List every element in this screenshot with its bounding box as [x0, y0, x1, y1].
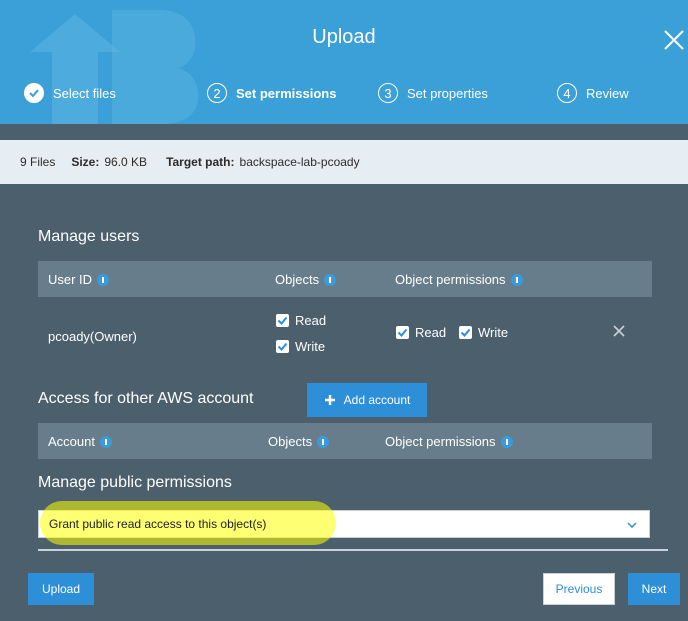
- info-icon[interactable]: [317, 435, 330, 448]
- select-value: Grant public read access to this object(…: [49, 517, 267, 531]
- users-table-header: User ID Objects Object permissions: [38, 261, 652, 297]
- accounts-table-header: Account Objects Object permissions: [38, 423, 652, 459]
- step-select-files[interactable]: Select files: [24, 80, 116, 106]
- objects-write-checkbox[interactable]: Write: [276, 339, 325, 354]
- modal-header: Upload Select files 2 Set permissions 3 …: [0, 0, 688, 124]
- upload-summary-bar: 9 Files Size: 96.0 KB Target path: backs…: [0, 140, 688, 184]
- target-path-value: backspace-lab-pcoady: [239, 155, 360, 169]
- step-number: 3: [378, 83, 398, 103]
- next-button[interactable]: Next: [628, 573, 680, 605]
- permissions-write-checkbox[interactable]: Write: [459, 325, 508, 340]
- info-icon[interactable]: [500, 435, 513, 448]
- checkbox-checked-icon[interactable]: [276, 314, 289, 327]
- column-objects: Objects: [268, 434, 330, 449]
- column-object-permissions: Object permissions: [395, 272, 523, 287]
- column-user-id: User ID: [48, 272, 110, 287]
- step-label: Select files: [53, 85, 116, 101]
- info-icon[interactable]: [510, 273, 523, 286]
- add-account-button[interactable]: Add account: [307, 383, 427, 417]
- info-icon[interactable]: [324, 273, 337, 286]
- column-account: Account: [48, 434, 112, 449]
- plus-icon: [324, 395, 335, 405]
- upload-modal: Upload Select files 2 Set permissions 3 …: [0, 0, 688, 621]
- info-icon[interactable]: [97, 273, 110, 286]
- chevron-down-icon: [627, 522, 637, 528]
- previous-button[interactable]: Previous: [543, 573, 615, 605]
- step-review[interactable]: 4 Review: [557, 80, 629, 106]
- public-permissions-title: Manage public permissions: [38, 474, 232, 491]
- size-label: Size:: [71, 155, 100, 169]
- target-path-label: Target path:: [166, 155, 235, 169]
- close-icon[interactable]: [662, 28, 686, 52]
- permissions-read-checkbox[interactable]: Read: [396, 325, 446, 340]
- check-circle-icon: [24, 83, 44, 103]
- section-divider: [38, 549, 668, 551]
- column-objects: Objects: [275, 272, 337, 287]
- size-value: 96.0 KB: [104, 155, 148, 169]
- step-label: Set permissions: [236, 85, 337, 101]
- remove-user-icon[interactable]: [612, 324, 626, 338]
- manage-users-title: Manage users: [38, 228, 140, 245]
- step-label: Set properties: [407, 85, 488, 101]
- checkbox-checked-icon[interactable]: [276, 340, 289, 353]
- step-set-permissions[interactable]: 2 Set permissions: [207, 80, 336, 106]
- modal-title: Upload: [312, 26, 376, 48]
- info-icon[interactable]: [99, 435, 112, 448]
- objects-read-checkbox[interactable]: Read: [276, 313, 326, 328]
- step-number: 4: [557, 83, 577, 103]
- step-label: Review: [586, 85, 629, 101]
- checkbox-checked-icon[interactable]: [459, 326, 472, 339]
- step-number: 2: [207, 83, 227, 103]
- column-object-permissions: Object permissions: [385, 434, 513, 449]
- step-set-properties[interactable]: 3 Set properties: [378, 80, 488, 106]
- upload-button[interactable]: Upload: [28, 573, 94, 605]
- other-account-title: Access for other AWS account: [38, 390, 254, 407]
- file-count: 9 Files: [20, 155, 56, 169]
- user-id-cell: pcoady(Owner): [48, 329, 137, 344]
- checkbox-checked-icon[interactable]: [396, 326, 409, 339]
